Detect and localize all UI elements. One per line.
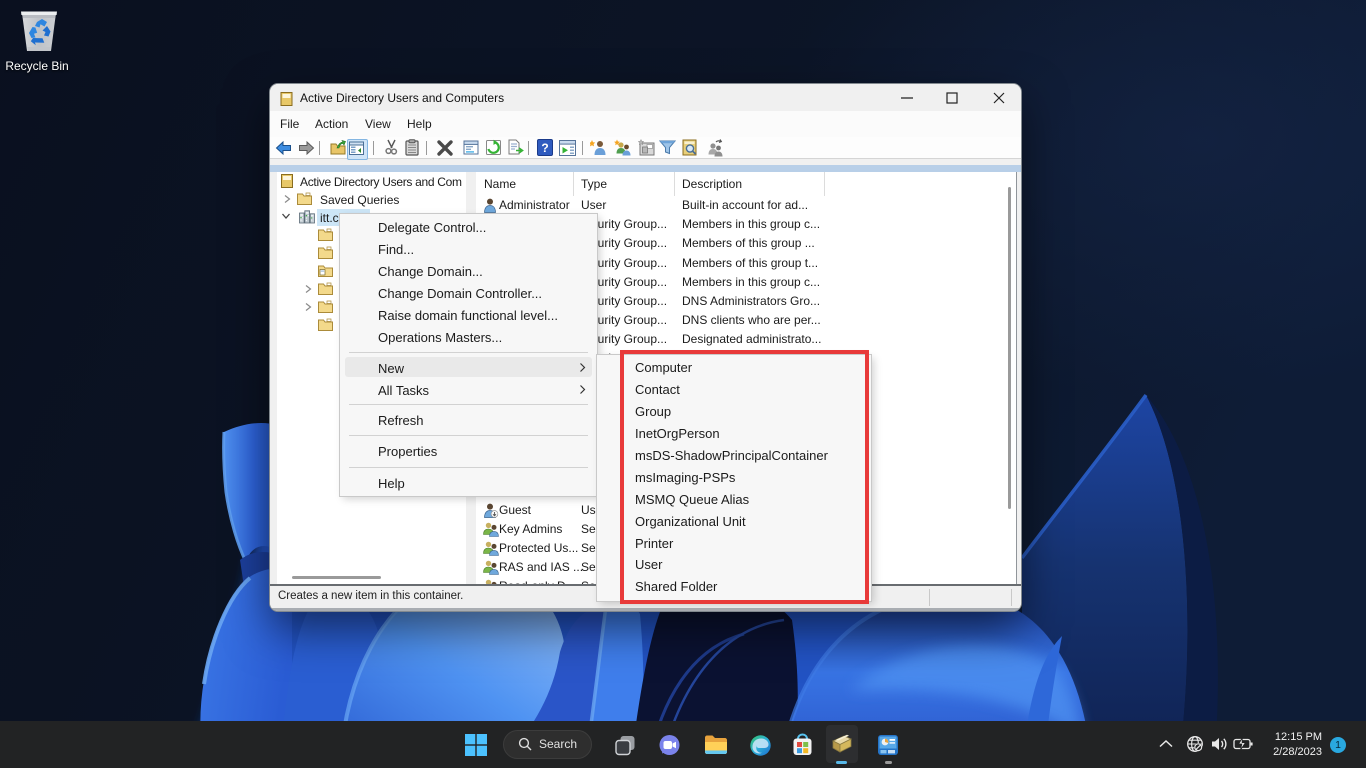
svg-text:?: ?: [541, 141, 548, 155]
